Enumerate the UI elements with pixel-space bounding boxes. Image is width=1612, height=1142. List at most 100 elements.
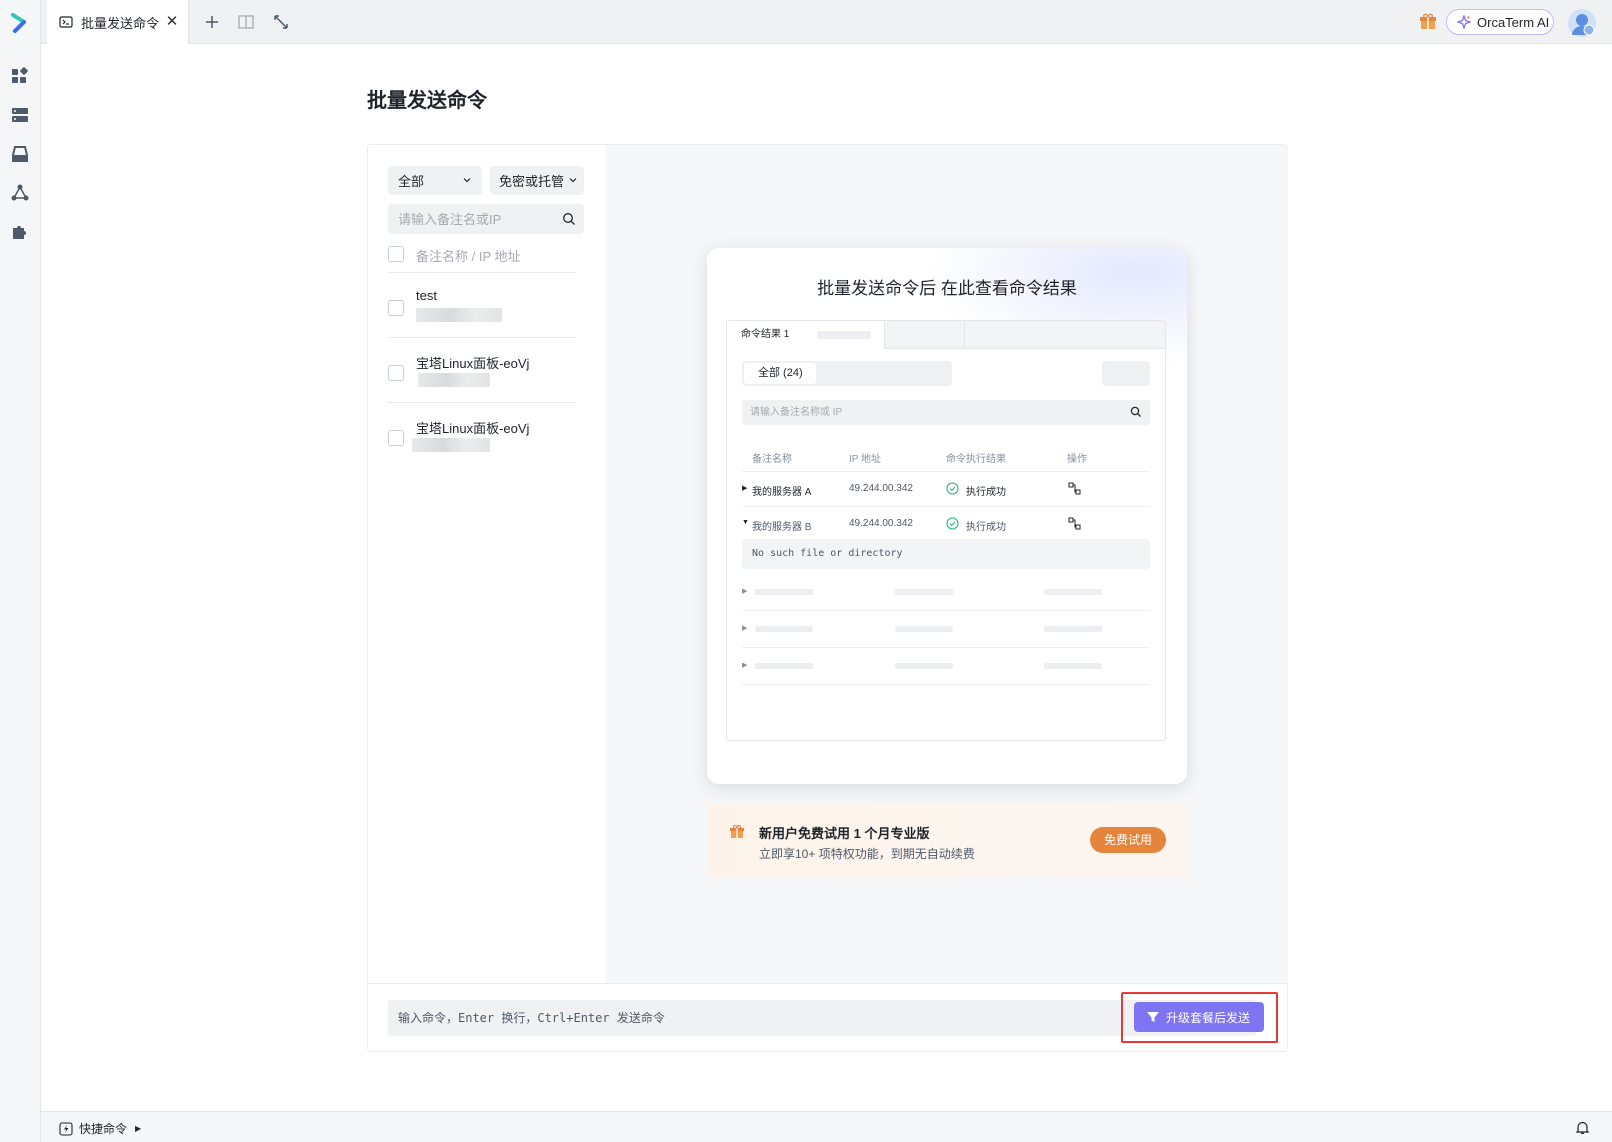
upgrade-send-button[interactable]: 升级套餐后发送	[1134, 1002, 1264, 1032]
server-checkbox[interactable]	[388, 430, 404, 446]
server-name: 宝塔Linux面板-eoVj	[416, 356, 530, 371]
promo-title: 新用户免费试用 1 个月专业版	[759, 826, 930, 841]
placeholder-bar	[817, 331, 871, 339]
placeholder-bar	[895, 663, 953, 669]
divider	[742, 684, 1150, 685]
bell-icon[interactable]	[1575, 1120, 1590, 1135]
tab-label: 批量发送命令	[81, 15, 160, 31]
expand-icon[interactable]	[271, 12, 291, 32]
storage-icon[interactable]	[10, 144, 30, 164]
bottom-bar: 快捷命令 ▶	[41, 1111, 1612, 1142]
tab-batch-command[interactable]: 批量发送命令 ✕	[47, 0, 189, 44]
col-name: 备注名称	[752, 454, 792, 465]
promo-subtitle: 立即享10+ 项特权功能，到期无自动续费	[759, 847, 975, 861]
redacted-ip	[412, 438, 490, 452]
placeholder-bar	[755, 626, 813, 632]
expand-arrow-icon: ▶	[135, 1124, 142, 1133]
trial-promo-banner: 新用户免费试用 1 个月专业版 立即享10+ 项特权功能，到期无自动续费 免费试…	[707, 804, 1187, 878]
placeholder-bar	[1044, 589, 1102, 595]
placeholder-bar	[1044, 663, 1102, 669]
top-bar: 批量发送命令 ✕ OrcaTerm AI	[41, 0, 1612, 44]
row-status: 执行成功	[966, 487, 1006, 498]
close-tab-icon[interactable]: ✕	[164, 14, 180, 30]
segment-control: 全部 (24)	[742, 361, 952, 386]
preview-search: 请输入备注名称或 IP	[742, 400, 1150, 425]
result-preview-card: 批量发送命令后 在此查看命令结果 命令结果 1 全部 (24) 请输入备注名称或…	[707, 248, 1187, 784]
redacted-ip	[416, 308, 502, 322]
server-checkbox[interactable]	[388, 300, 404, 316]
select-all-checkbox[interactable]	[388, 246, 404, 262]
chevron-down-icon	[463, 178, 471, 183]
preview-title: 批量发送命令后 在此查看命令结果	[817, 279, 1077, 298]
success-check-icon	[946, 517, 959, 530]
command-output: No such file or directory	[742, 539, 1150, 569]
terminal-icon	[59, 16, 73, 28]
list-header: 备注名称 / IP 地址	[416, 249, 521, 264]
cluster-icon[interactable]	[10, 183, 30, 203]
scope-value: 全部	[398, 174, 425, 189]
row-name: 我的服务器 A	[752, 487, 812, 498]
divider	[742, 506, 1150, 507]
gift-icon[interactable]	[1418, 12, 1438, 32]
preview-tab-label: 命令结果 1	[741, 329, 790, 340]
preview-tab-empty	[885, 321, 965, 349]
free-trial-button[interactable]: 免费试用	[1090, 827, 1166, 853]
col-action: 操作	[1067, 454, 1087, 465]
row-ip: 49.244.00.342	[849, 518, 913, 529]
expand-arrow-icon: ▶	[742, 625, 748, 632]
server-checkbox[interactable]	[388, 365, 404, 381]
ai-sparkle-icon	[1457, 15, 1471, 29]
preview-tab: 命令结果 1	[727, 321, 885, 349]
expand-arrow-icon: ▶	[742, 588, 748, 595]
chevron-down-icon	[569, 178, 577, 183]
server-selector: 全部 免密或托管 备注名称 / IP 地址 test 宝塔Linux面板-eoV…	[368, 145, 606, 983]
expand-arrow-icon: ▶	[742, 485, 748, 492]
placeholder-bar	[895, 589, 953, 595]
left-rail	[0, 0, 41, 1142]
lightning-icon	[59, 1121, 73, 1136]
divider	[742, 647, 1150, 648]
add-tab-icon[interactable]	[202, 12, 222, 32]
auth-dropdown[interactable]: 免密或托管	[490, 166, 584, 195]
auth-value: 免密或托管	[499, 174, 565, 189]
preview-search-placeholder: 请输入备注名称或 IP	[750, 407, 843, 418]
connect-icon	[1068, 517, 1081, 530]
expand-arrow-icon: ▶	[742, 662, 748, 669]
segment-right	[1102, 361, 1150, 386]
redacted-ip	[418, 373, 490, 387]
row-name: 我的服务器 B	[752, 522, 812, 533]
col-result: 命令执行结果	[946, 454, 1006, 465]
preview-tabs: 命令结果 1	[727, 321, 1165, 349]
app-logo-icon[interactable]	[9, 12, 31, 34]
plugin-icon[interactable]	[10, 222, 30, 242]
server-icon[interactable]	[10, 105, 30, 125]
connect-icon	[1068, 482, 1081, 495]
success-check-icon	[946, 482, 959, 495]
user-avatar[interactable]	[1568, 9, 1596, 37]
search-icon	[1130, 406, 1142, 418]
scope-dropdown[interactable]: 全部	[388, 166, 482, 195]
ai-label: OrcaTerm AI	[1477, 14, 1550, 30]
placeholder-bar	[895, 626, 953, 632]
divider	[742, 610, 1150, 611]
divider	[388, 337, 576, 338]
orcaterm-ai-button[interactable]: OrcaTerm AI	[1446, 9, 1554, 35]
avatar-icon	[1572, 14, 1595, 36]
quick-commands[interactable]: 快捷命令 ▶	[59, 1120, 141, 1137]
quick-commands-label: 快捷命令	[79, 1122, 128, 1136]
dashboard-icon[interactable]	[10, 66, 30, 86]
page-title: 批量发送命令	[367, 90, 487, 112]
gift-icon	[730, 825, 744, 838]
placeholder-bar	[755, 589, 813, 595]
filter-icon	[1147, 1012, 1159, 1022]
split-view-icon[interactable]	[236, 12, 256, 32]
placeholder-bar	[755, 663, 813, 669]
placeholder-bar	[1044, 626, 1102, 632]
divider	[388, 272, 576, 273]
server-name: test	[416, 288, 437, 303]
send-button-label: 升级套餐后发送	[1166, 1010, 1251, 1025]
server-search-input[interactable]	[398, 211, 558, 227]
search-icon[interactable]	[562, 212, 576, 226]
row-status: 执行成功	[966, 522, 1006, 533]
server-search	[388, 204, 584, 234]
